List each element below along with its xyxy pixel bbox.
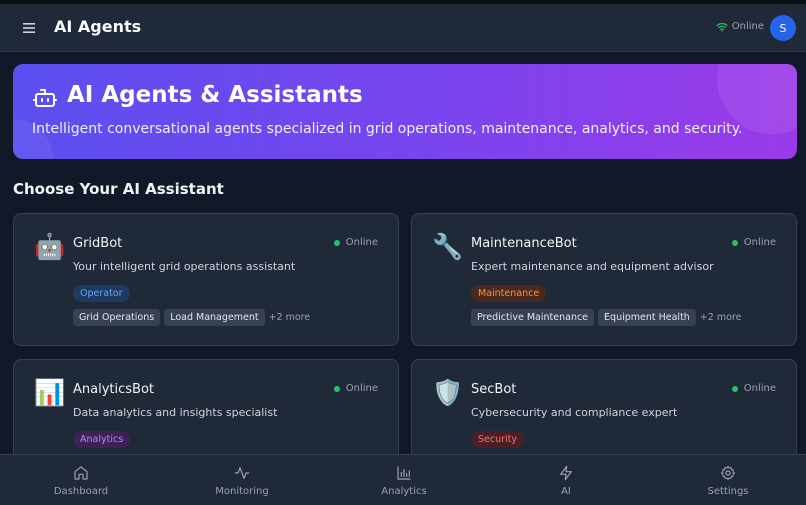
home-icon bbox=[74, 466, 88, 480]
hero-banner: AI Agents & Assistants Intelligent conve… bbox=[13, 64, 797, 159]
nav-label: Settings bbox=[707, 486, 749, 497]
nav-label: Analytics bbox=[381, 486, 427, 497]
nav-item-dashboard[interactable]: Dashboard bbox=[21, 455, 141, 505]
wrench-icon: 🔧 bbox=[432, 232, 464, 261]
nav-label: Dashboard bbox=[53, 486, 109, 497]
online-dot bbox=[731, 385, 738, 392]
agent-description: Your intelligent grid operations assista… bbox=[73, 260, 296, 273]
agent-name: GridBot bbox=[73, 236, 123, 251]
agent-description: Cybersecurity and compliance expert bbox=[471, 406, 678, 419]
role-badge: Operator bbox=[73, 285, 130, 302]
hero-subtitle: Intelligent conversational agents specia… bbox=[32, 121, 743, 137]
connection-status: Online bbox=[716, 21, 764, 32]
bar-chart-icon: 📊 bbox=[34, 378, 66, 407]
nav-label: AI bbox=[561, 486, 571, 497]
lightning-icon bbox=[560, 465, 572, 481]
nav-item-settings[interactable]: Settings bbox=[668, 455, 788, 505]
agent-card-maintenancebot[interactable]: 🔧 MaintenanceBot Online Expert maintenan… bbox=[411, 213, 797, 346]
online-dot bbox=[333, 385, 340, 392]
shield-icon: 🛡️ bbox=[432, 378, 464, 407]
section-title: Choose Your AI Assistant bbox=[13, 180, 224, 198]
avatar[interactable]: S bbox=[770, 15, 796, 41]
status-badge: Online bbox=[333, 383, 378, 394]
menu-button[interactable] bbox=[20, 19, 38, 37]
capability-tag: Load Management bbox=[164, 309, 265, 326]
role-badge: Security bbox=[471, 431, 525, 448]
capability-tags: Predictive Maintenance Equipment Health … bbox=[471, 309, 741, 326]
nav-item-analytics[interactable]: Analytics bbox=[344, 455, 464, 505]
nav-item-monitoring[interactable]: Monitoring bbox=[182, 455, 302, 505]
agent-name: MaintenanceBot bbox=[471, 236, 577, 251]
bot-icon bbox=[33, 89, 57, 107]
role-badge: Analytics bbox=[73, 431, 131, 448]
status-badge: Online bbox=[731, 383, 776, 394]
page-title: AI Agents bbox=[54, 17, 142, 36]
agent-card-gridbot[interactable]: 🤖 GridBot Online Your intelligent grid o… bbox=[13, 213, 399, 346]
capability-tag: Equipment Health bbox=[598, 309, 696, 326]
status-label: Online bbox=[743, 237, 776, 248]
agent-description: Data analytics and insights specialist bbox=[73, 406, 278, 419]
capability-tag: Predictive Maintenance bbox=[471, 309, 595, 326]
nav-label: Monitoring bbox=[215, 486, 269, 497]
status-label: Online bbox=[345, 237, 378, 248]
online-dot bbox=[333, 239, 340, 246]
hamburger-icon bbox=[23, 23, 35, 33]
agent-name: AnalyticsBot bbox=[73, 382, 155, 397]
capability-tag: Grid Operations bbox=[73, 309, 161, 326]
bottom-nav: Dashboard Monitoring Analytics AI Settin… bbox=[0, 454, 806, 505]
app-header: AI Agents Online S bbox=[0, 4, 806, 52]
online-dot bbox=[731, 239, 738, 246]
bar-chart-icon bbox=[397, 466, 411, 480]
more-tags-count: +2 more bbox=[699, 312, 742, 323]
agent-description: Expert maintenance and equipment advisor bbox=[471, 260, 714, 273]
status-label: Online bbox=[731, 21, 764, 32]
wifi-icon bbox=[716, 22, 728, 32]
robot-icon: 🤖 bbox=[34, 232, 66, 261]
more-tags-count: +2 more bbox=[268, 312, 311, 323]
agent-name: SecBot bbox=[471, 382, 517, 397]
capability-tags: Grid Operations Load Management +2 more bbox=[73, 309, 310, 326]
status-badge: Online bbox=[333, 237, 378, 248]
gear-icon bbox=[720, 465, 736, 481]
agent-card-analyticsbot[interactable]: 📊 AnalyticsBot Online Data analytics and… bbox=[13, 359, 399, 469]
agent-card-secbot[interactable]: 🛡️ SecBot Online Cybersecurity and compl… bbox=[411, 359, 797, 469]
nav-item-ai[interactable]: AI bbox=[506, 455, 626, 505]
hero-title: AI Agents & Assistants bbox=[67, 82, 363, 108]
status-label: Online bbox=[345, 383, 378, 394]
role-badge: Maintenance bbox=[471, 285, 547, 302]
status-badge: Online bbox=[731, 237, 776, 248]
activity-icon bbox=[234, 467, 250, 479]
status-label: Online bbox=[743, 383, 776, 394]
